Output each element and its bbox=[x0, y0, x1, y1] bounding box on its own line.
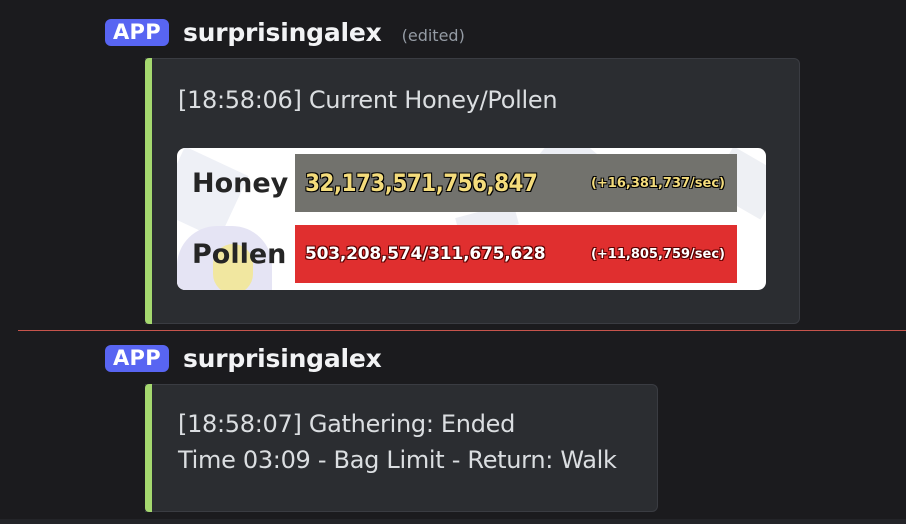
honey-bar: 32,173,571,756,847 (+16,381,737/sec) bbox=[295, 154, 737, 212]
username[interactable]: surprisingalex bbox=[183, 344, 382, 373]
honey-label: Honey bbox=[192, 168, 289, 199]
honey-pollen-image[interactable]: Honey 32,173,571,756,847 (+16,381,737/se… bbox=[177, 148, 766, 290]
message-embed: [18:58:06] Current Honey/Pollen Honey 32… bbox=[145, 58, 800, 324]
pollen-label: Pollen bbox=[192, 239, 287, 270]
username[interactable]: surprisingalex bbox=[183, 18, 382, 47]
app-badge: APP bbox=[105, 344, 169, 372]
honey-value: 32,173,571,756,847 bbox=[305, 169, 538, 197]
pollen-bar: 503,208,574/311,675,628 (+11,805,759/sec… bbox=[295, 225, 737, 283]
edited-label: (edited) bbox=[401, 25, 465, 45]
message-header: APP surprisingalex bbox=[105, 342, 382, 374]
app-badge: APP bbox=[105, 18, 169, 46]
embed-title: [18:58:06] Current Honey/Pollen bbox=[178, 86, 558, 114]
pollen-rate: (+11,805,759/sec) bbox=[590, 246, 725, 262]
pollen-value: 503,208,574/311,675,628 bbox=[305, 244, 546, 264]
message-list-bottom bbox=[0, 519, 906, 524]
new-messages-divider bbox=[18, 330, 906, 331]
embed-line: [18:58:07] Gathering: Ended bbox=[178, 410, 516, 438]
message-header: APP surprisingalex (edited) bbox=[105, 16, 465, 48]
embed-line: Time 03:09 - Bag Limit - Return: Walk bbox=[178, 446, 617, 474]
message-embed: [18:58:07] Gathering: Ended Time 03:09 -… bbox=[145, 384, 658, 512]
honey-rate: (+16,381,737/sec) bbox=[590, 175, 725, 191]
